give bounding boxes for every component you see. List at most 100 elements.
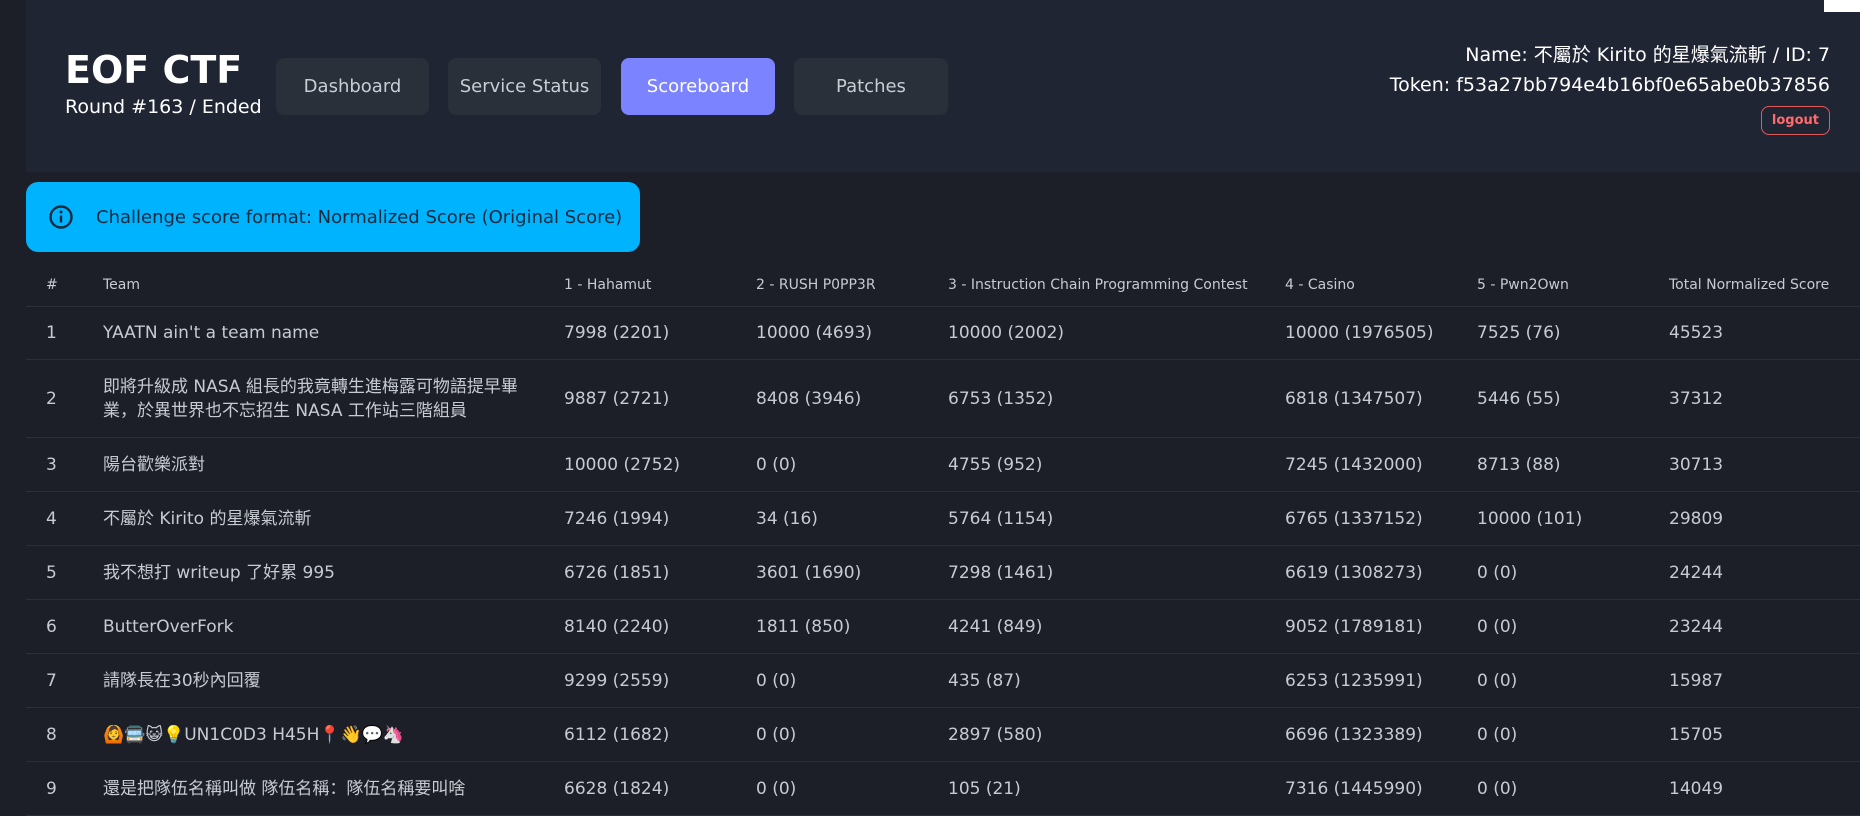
score-cell: 0 (0) <box>1477 599 1669 654</box>
score-cell: 7525 (76) <box>1477 306 1669 360</box>
score-cell: 7245 (1432000) <box>1285 437 1477 492</box>
score-format-alert: Challenge score format: Normalized Score… <box>26 182 640 252</box>
token-line: Token: f53a27bb794e4b16bf0e65abe0b37856 <box>1389 74 1830 96</box>
score-cell: 10000 (4693) <box>756 306 948 360</box>
score-cell: 6628 (1824) <box>564 761 756 816</box>
nav-patches-button[interactable]: Patches <box>794 58 948 115</box>
table-header-row: # Team 1 - Hahamut 2 - RUSH P0PP3R 3 - I… <box>26 264 1860 307</box>
rank-cell: 5 <box>26 545 103 600</box>
table-row: 7 請隊長在30秒內回覆 9299 (2559) 0 (0) 435 (87) … <box>26 653 1860 708</box>
nav-service-status-button[interactable]: Service Status <box>448 58 601 115</box>
score-cell: 4241 (849) <box>948 599 1285 654</box>
table-row: 8 🙆🚍😺💡UN1C0D3 H45H📍👋💬🦄 6112 (1682) 0 (0)… <box>26 707 1860 762</box>
scoreboard-table: # Team 1 - Hahamut 2 - RUSH P0PP3R 3 - I… <box>26 264 1860 816</box>
col-header-challenge-1: 1 - Hahamut <box>564 264 756 307</box>
rank-cell: 8 <box>26 707 103 762</box>
score-cell: 435 (87) <box>948 653 1285 708</box>
score-cell: 7316 (1445990) <box>1285 761 1477 816</box>
top-header: EOF CTF Round #163 / Ended Dashboard Ser… <box>26 0 1860 172</box>
team-cell: 還是把隊伍名稱叫做 隊伍名稱：隊伍名稱要叫啥 <box>103 761 564 816</box>
info-icon <box>49 205 73 229</box>
score-cell: 7298 (1461) <box>948 545 1285 600</box>
score-cell: 0 (0) <box>1477 707 1669 762</box>
score-cell: 7998 (2201) <box>564 306 756 360</box>
score-cell: 0 (0) <box>756 761 948 816</box>
alert-text: Challenge score format: Normalized Score… <box>96 206 623 228</box>
total-cell: 37312 <box>1669 359 1860 438</box>
score-cell: 8408 (3946) <box>756 359 948 438</box>
total-cell: 30713 <box>1669 437 1860 492</box>
score-cell: 6818 (1347507) <box>1285 359 1477 438</box>
score-cell: 6765 (1337152) <box>1285 491 1477 546</box>
app-frame: EOF CTF Round #163 / Ended Dashboard Ser… <box>26 0 1860 816</box>
logout-button[interactable]: logout <box>1760 106 1830 135</box>
table-row: 9 還是把隊伍名稱叫做 隊伍名稱：隊伍名稱要叫啥 6628 (1824) 0 (… <box>26 761 1860 816</box>
col-header-rank: # <box>26 264 103 307</box>
score-cell: 6253 (1235991) <box>1285 653 1477 708</box>
rank-cell: 6 <box>26 599 103 654</box>
team-cell: 我不想打 writeup 了好累 995 <box>103 545 564 600</box>
corner-tab <box>1824 0 1860 12</box>
score-cell: 6112 (1682) <box>564 707 756 762</box>
score-cell: 5764 (1154) <box>948 491 1285 546</box>
col-header-team: Team <box>103 264 564 307</box>
table-row: 5 我不想打 writeup 了好累 995 6726 (1851) 3601 … <box>26 545 1860 600</box>
site-title: EOF CTF <box>65 48 243 92</box>
team-cell: 即將升級成 NASA 組長的我竟轉生進梅露可物語提早畢業，於異世界也不忘招生 N… <box>103 359 564 438</box>
score-cell: 10000 (1976505) <box>1285 306 1477 360</box>
user-info: Name: 不屬於 Kirito 的星爆氣流斬 / ID: 7 Token: f… <box>1390 40 1830 100</box>
team-cell: 🙆🚍😺💡UN1C0D3 H45H📍👋💬🦄 <box>103 707 564 762</box>
score-cell: 5446 (55) <box>1477 359 1669 438</box>
score-cell: 0 (0) <box>1477 653 1669 708</box>
col-header-challenge-2: 2 - RUSH P0PP3R <box>756 264 948 307</box>
col-header-challenge-4: 4 - Casino <box>1285 264 1477 307</box>
col-header-challenge-5: 5 - Pwn2Own <box>1477 264 1669 307</box>
rank-cell: 7 <box>26 653 103 708</box>
rank-cell: 2 <box>26 359 103 438</box>
team-cell: 陽台歡樂派對 <box>103 437 564 492</box>
score-cell: 9052 (1789181) <box>1285 599 1477 654</box>
col-header-total: Total Normalized Score <box>1669 264 1860 307</box>
score-cell: 2897 (580) <box>948 707 1285 762</box>
team-cell: YAATN ain't a team name <box>103 306 564 360</box>
team-cell: ButterOverFork <box>103 599 564 654</box>
col-header-challenge-3: 3 - Instruction Chain Programming Contes… <box>948 264 1285 307</box>
total-cell: 15705 <box>1669 707 1860 762</box>
table-row: 6 ButterOverFork 8140 (2240) 1811 (850) … <box>26 599 1860 654</box>
total-cell: 45523 <box>1669 306 1860 360</box>
score-cell: 1811 (850) <box>756 599 948 654</box>
rank-cell: 3 <box>26 437 103 492</box>
score-cell: 6619 (1308273) <box>1285 545 1477 600</box>
team-cell: 請隊長在30秒內回覆 <box>103 653 564 708</box>
table-row: 2 即將升級成 NASA 組長的我竟轉生進梅露可物語提早畢業，於異世界也不忘招生… <box>26 359 1860 438</box>
rank-cell: 9 <box>26 761 103 816</box>
nav-dashboard-button[interactable]: Dashboard <box>276 58 429 115</box>
score-cell: 6726 (1851) <box>564 545 756 600</box>
table-row: 1 YAATN ain't a team name 7998 (2201) 10… <box>26 306 1860 360</box>
score-cell: 0 (0) <box>756 707 948 762</box>
round-status: Round #163 / Ended <box>65 96 262 118</box>
score-cell: 105 (21) <box>948 761 1285 816</box>
score-cell: 9887 (2721) <box>564 359 756 438</box>
score-cell: 9299 (2559) <box>564 653 756 708</box>
rank-cell: 4 <box>26 491 103 546</box>
score-cell: 6753 (1352) <box>948 359 1285 438</box>
score-cell: 0 (0) <box>756 653 948 708</box>
score-cell: 8713 (88) <box>1477 437 1669 492</box>
score-cell: 0 (0) <box>1477 545 1669 600</box>
total-cell: 14049 <box>1669 761 1860 816</box>
rank-cell: 1 <box>26 306 103 360</box>
score-cell: 10000 (2002) <box>948 306 1285 360</box>
score-cell: 0 (0) <box>756 437 948 492</box>
score-cell: 7246 (1994) <box>564 491 756 546</box>
nav-scoreboard-button[interactable]: Scoreboard <box>621 58 775 115</box>
score-cell: 34 (16) <box>756 491 948 546</box>
total-cell: 15987 <box>1669 653 1860 708</box>
score-cell: 10000 (2752) <box>564 437 756 492</box>
total-cell: 29809 <box>1669 491 1860 546</box>
total-cell: 24244 <box>1669 545 1860 600</box>
table-row: 3 陽台歡樂派對 10000 (2752) 0 (0) 4755 (952) 7… <box>26 437 1860 492</box>
score-cell: 0 (0) <box>1477 761 1669 816</box>
team-cell: 不屬於 Kirito 的星爆氣流斬 <box>103 491 564 546</box>
total-cell: 23244 <box>1669 599 1860 654</box>
